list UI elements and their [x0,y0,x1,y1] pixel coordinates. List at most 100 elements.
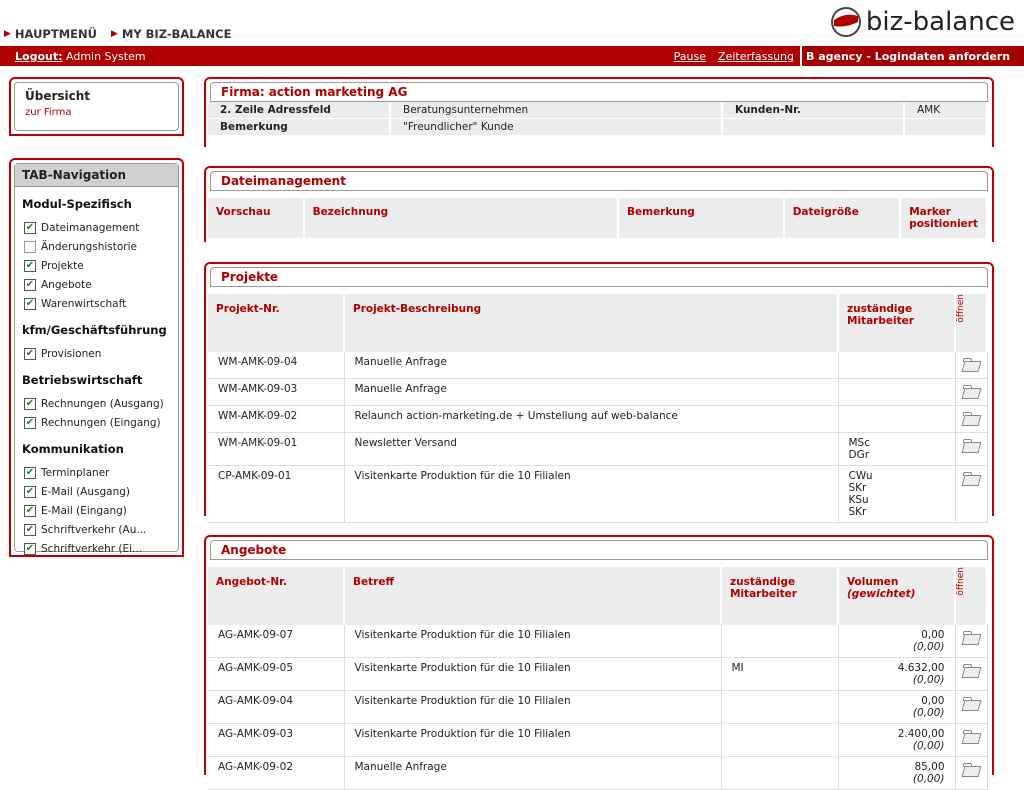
volumen-gewichtet: (0,00) [912,773,945,785]
open-cell [955,690,988,724]
open-folder-icon[interactable] [962,472,980,485]
volumen-value: 4.632,00 [897,662,945,674]
open-folder-icon[interactable] [962,412,980,425]
tabnav-item[interactable]: ✔ Angebote [15,275,178,294]
table-row: AG-AMK-09-05 Visitenkarte Produktion für … [208,657,988,691]
checkbox[interactable]: ✔ [24,416,36,429]
nav-mybiz[interactable]: ▶ MY BIZ-BALANCE [111,27,231,41]
open-folder-icon[interactable] [962,763,980,776]
dateimanagement-title: Dateimanagement [210,171,988,191]
tabnav-item[interactable]: ✔ Rechnungen (Ausgang) [15,394,178,413]
tabnav-item[interactable]: ✔ Dateimanagement [15,218,178,237]
tab-navigation-title: TAB-Navigation [15,164,178,187]
checkbox[interactable]: ✔ [24,466,36,479]
tabnav-item[interactable]: ✔ E-Mail (Eingang) [15,501,178,520]
tabnav-item-label: Schriftverkehr (Ei... [41,542,143,555]
firma-title: Firma: action marketing AG [210,82,988,102]
tabnav-item[interactable]: ✔ Schriftverkehr (Ei... [15,539,178,558]
checkbox[interactable]: ✔ [24,347,36,360]
tabnav-section-title: kfm/Geschäftsführung [22,323,167,337]
col-projekt-nr[interactable]: Projekt-Nr. [208,294,345,352]
empty-cell [904,118,988,136]
projekt-beschreibung: Newsletter Versand [344,432,839,466]
checkbox[interactable]: ✔ [24,504,36,517]
tabnav-item[interactable]: ✔ Schriftverkehr (Au... [15,520,178,539]
projekt-mitarbeiter [838,378,956,406]
pause-link[interactable]: Pause [674,50,706,63]
projekt-beschreibung: Manuelle Anfrage [344,352,839,379]
checkbox[interactable]: ✔ [24,542,36,555]
open-cell [955,625,988,658]
col-marker[interactable]: Marker positioniert [900,198,988,238]
open-cell [955,657,988,691]
projekt-nr: WM-AMK-09-02 [208,405,345,433]
projekt-mitarbeiter: CWu SKr KSu SKr [838,465,956,523]
col-dateigroesse[interactable]: Dateigröße [783,198,902,238]
open-cell [955,465,988,523]
checkbox[interactable]: ✔ [24,297,36,310]
agency-link[interactable]: B agency - Logindaten anfordern [800,46,1024,66]
checkbox[interactable]: ✔ [24,485,36,498]
top-nav: ▶ HAUPTMENÜ ▶ MY BIZ-BALANCE [4,27,231,41]
tabnav-item[interactable]: ✔ E-Mail (Ausgang) [15,482,178,501]
oeffnen-label: öffnen [956,294,966,323]
logout-link[interactable]: Logout: [15,50,63,63]
user-info: Logout: Admin System [15,50,146,63]
col-zustaendige-mitarbeiter[interactable]: zuständige Mitarbeiter [838,294,956,352]
tabnav-item[interactable]: ✔ Warenwirtschaft [15,294,178,313]
projekt-mitarbeiter: MSc DGr [838,432,956,466]
angebot-betreff: Visitenkarte Produktion für die 10 Filia… [344,723,722,757]
angebot-volumen: 0,00 (0,00) [838,625,956,658]
checkbox[interactable]: ✔ [24,221,36,234]
col-volumen[interactable]: Volumen (gewichtet) [838,567,956,625]
projekt-beschreibung: Relaunch action-marketing.de + Umstellun… [344,405,839,433]
angebot-nr: AG-AMK-09-07 [208,625,345,658]
checkbox[interactable]: ✔ [24,240,36,253]
angebot-nr: AG-AMK-09-04 [208,690,345,724]
open-cell [955,352,988,379]
checkbox[interactable]: ✔ [24,523,36,536]
angebot-volumen: 4.632,00 (0,00) [838,657,956,691]
projekt-beschreibung: Visitenkarte Produktion für die 10 Filia… [344,465,839,523]
tabnav-item-label: Angebote [41,278,92,291]
angebot-mitarbeiter [721,625,839,658]
open-folder-icon[interactable] [962,664,980,677]
adress-label: 2. Zeile Adressfeld [208,102,391,119]
projekt-nr: CP-AMK-09-01 [208,465,345,523]
col-vorschau[interactable]: Vorschau [208,198,305,238]
table-row: WM-AMK-09-04 Manuelle Anfrage [208,352,988,379]
tabnav-item-label: Dateimanagement [41,221,140,234]
tabnav-item[interactable]: ✔ Provisionen [15,344,178,363]
tabnav-item[interactable]: ✔ Projekte [15,256,178,275]
projekte-rows: WM-AMK-09-04 Manuelle Anfrage WM-AMK-09-0… [208,352,988,523]
col-betreff[interactable]: Betreff [344,567,722,625]
open-folder-icon[interactable] [962,631,980,644]
open-folder-icon[interactable] [962,730,980,743]
angebot-nr: AG-AMK-09-03 [208,723,345,757]
open-folder-icon[interactable] [962,697,980,710]
col-bezeichnung[interactable]: Bezeichnung [303,198,620,238]
open-folder-icon[interactable] [962,439,980,452]
col-zustaendige-mitarbeiter[interactable]: zuständige Mitarbeiter [721,567,839,625]
checkbox[interactable]: ✔ [24,278,36,291]
col-angebot-nr[interactable]: Angebot-Nr. [208,567,345,625]
nav-hauptmenu[interactable]: ▶ HAUPTMENÜ [4,27,97,41]
tabnav-item[interactable]: ✔ Rechnungen (Eingang) [15,413,178,432]
tabnav-section-title: Betriebswirtschaft [22,373,143,387]
checkbox[interactable]: ✔ [24,397,36,410]
open-folder-icon[interactable] [962,385,980,398]
kunden-label: Kunden-Nr. [722,102,905,119]
table-row: AG-AMK-09-03 Visitenkarte Produktion für … [208,723,988,757]
zeiterfassung-link[interactable]: Zeiterfassung [718,50,794,63]
col-projekt-beschreibung[interactable]: Projekt-Beschreibung [344,294,839,352]
tabnav-item[interactable]: ✔ Änderungshistorie [15,237,178,256]
open-folder-icon[interactable] [962,358,980,371]
overview-title: Übersicht [25,89,91,103]
volumen-value: 2.400,00 [897,728,945,740]
zur-firma-link[interactable]: zur Firma [25,107,168,118]
col-bemerkung[interactable]: Bemerkung [618,198,785,238]
bemerkung-value: "Freundlicher" Kunde [390,118,723,136]
empty-cell [722,118,905,136]
tabnav-item[interactable]: ✔ Terminplaner [15,463,178,482]
checkbox[interactable]: ✔ [24,259,36,272]
